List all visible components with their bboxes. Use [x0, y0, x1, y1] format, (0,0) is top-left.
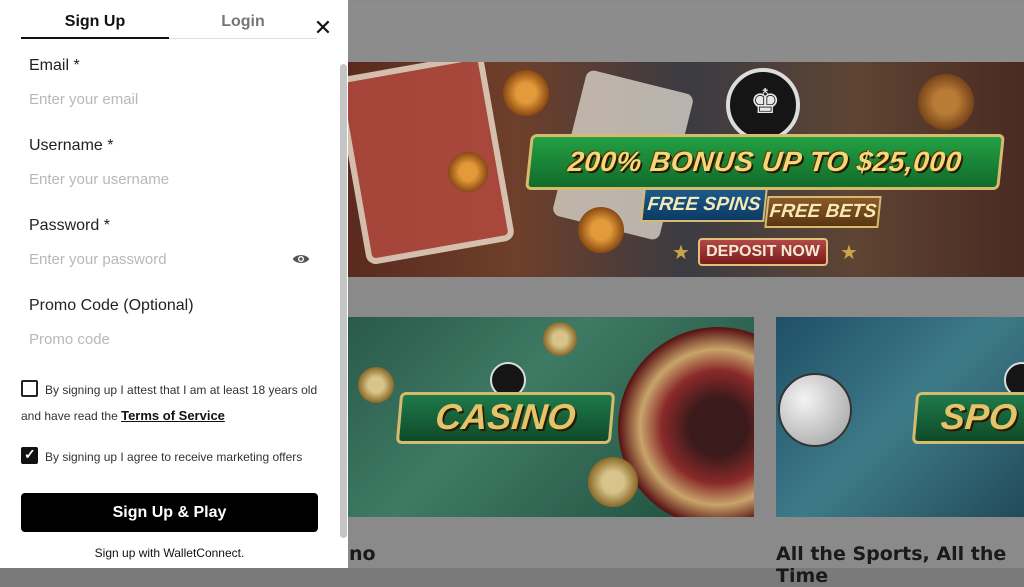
chip-image: [918, 74, 974, 130]
terms-link[interactable]: Terms of Service: [121, 408, 225, 423]
chip-image: [578, 207, 624, 253]
close-icon[interactable]: ✕: [313, 17, 333, 39]
casino-caption: no: [349, 543, 376, 565]
chip-image: [503, 70, 549, 116]
walletconnect-link[interactable]: Sign up with WalletConnect.: [21, 546, 318, 560]
promo-code-field[interactable]: [29, 327, 319, 351]
sign-up-play-button[interactable]: Sign Up & Play: [21, 493, 318, 532]
star-icon: ★: [672, 242, 690, 264]
age-consent-text: By signing up I attest that I am at leas…: [21, 377, 321, 429]
chip-image: [588, 457, 638, 507]
password-label: Password *: [29, 217, 110, 234]
scrollbar[interactable]: [340, 64, 347, 538]
auth-tabs: Sign Up Login: [21, 8, 317, 40]
roulette-image: [618, 327, 754, 517]
age-consent-checkbox[interactable]: [21, 380, 38, 397]
email-label: Email *: [29, 57, 80, 74]
sports-banner: SPO: [911, 392, 1024, 444]
marketing-consent-label: By signing up I agree to receive marketi…: [45, 450, 303, 464]
username-label: Username *: [29, 137, 114, 154]
casino-banner: CASINO: [395, 392, 616, 444]
playing-card-image: [348, 62, 516, 266]
marketing-consent-checkbox[interactable]: [21, 446, 38, 464]
signup-panel: Sign Up Login ✕ Email * Username * Passw…: [0, 0, 348, 568]
free-spins-badge: FREE SPINS: [640, 188, 768, 222]
username-field[interactable]: [29, 167, 319, 191]
soccer-ball-image: [778, 373, 852, 447]
bonus-headline: 200% BONUS UP TO $25,000: [525, 134, 1005, 190]
casino-tile[interactable]: CASINO: [348, 317, 754, 517]
marketing-consent-row: By signing up I agree to receive marketi…: [21, 444, 321, 470]
password-field[interactable]: [29, 247, 284, 271]
tab-login[interactable]: Login: [169, 8, 317, 39]
promo-label: Promo Code (Optional): [29, 297, 194, 314]
eye-icon[interactable]: [292, 251, 310, 267]
chip-image: [358, 367, 394, 403]
promo-hero-banner[interactable]: 200% BONUS UP TO $25,000 FREE SPINS FREE…: [348, 62, 1024, 277]
background-header: [348, 2, 1024, 62]
chip-image: [543, 322, 577, 356]
age-consent-row: By signing up I attest that I am at leas…: [21, 377, 321, 429]
free-bets-badge: FREE BETS: [764, 196, 882, 228]
chip-image: [448, 152, 488, 192]
deposit-now-button[interactable]: DEPOSIT NOW: [698, 238, 828, 266]
email-field[interactable]: [29, 87, 319, 111]
brand-logo-icon: [726, 68, 800, 142]
tab-sign-up[interactable]: Sign Up: [21, 8, 169, 39]
sports-caption: All the Sports, All the Time: [776, 543, 1007, 587]
sports-tile[interactable]: SPO: [776, 317, 1024, 517]
star-icon: ★: [840, 242, 858, 264]
